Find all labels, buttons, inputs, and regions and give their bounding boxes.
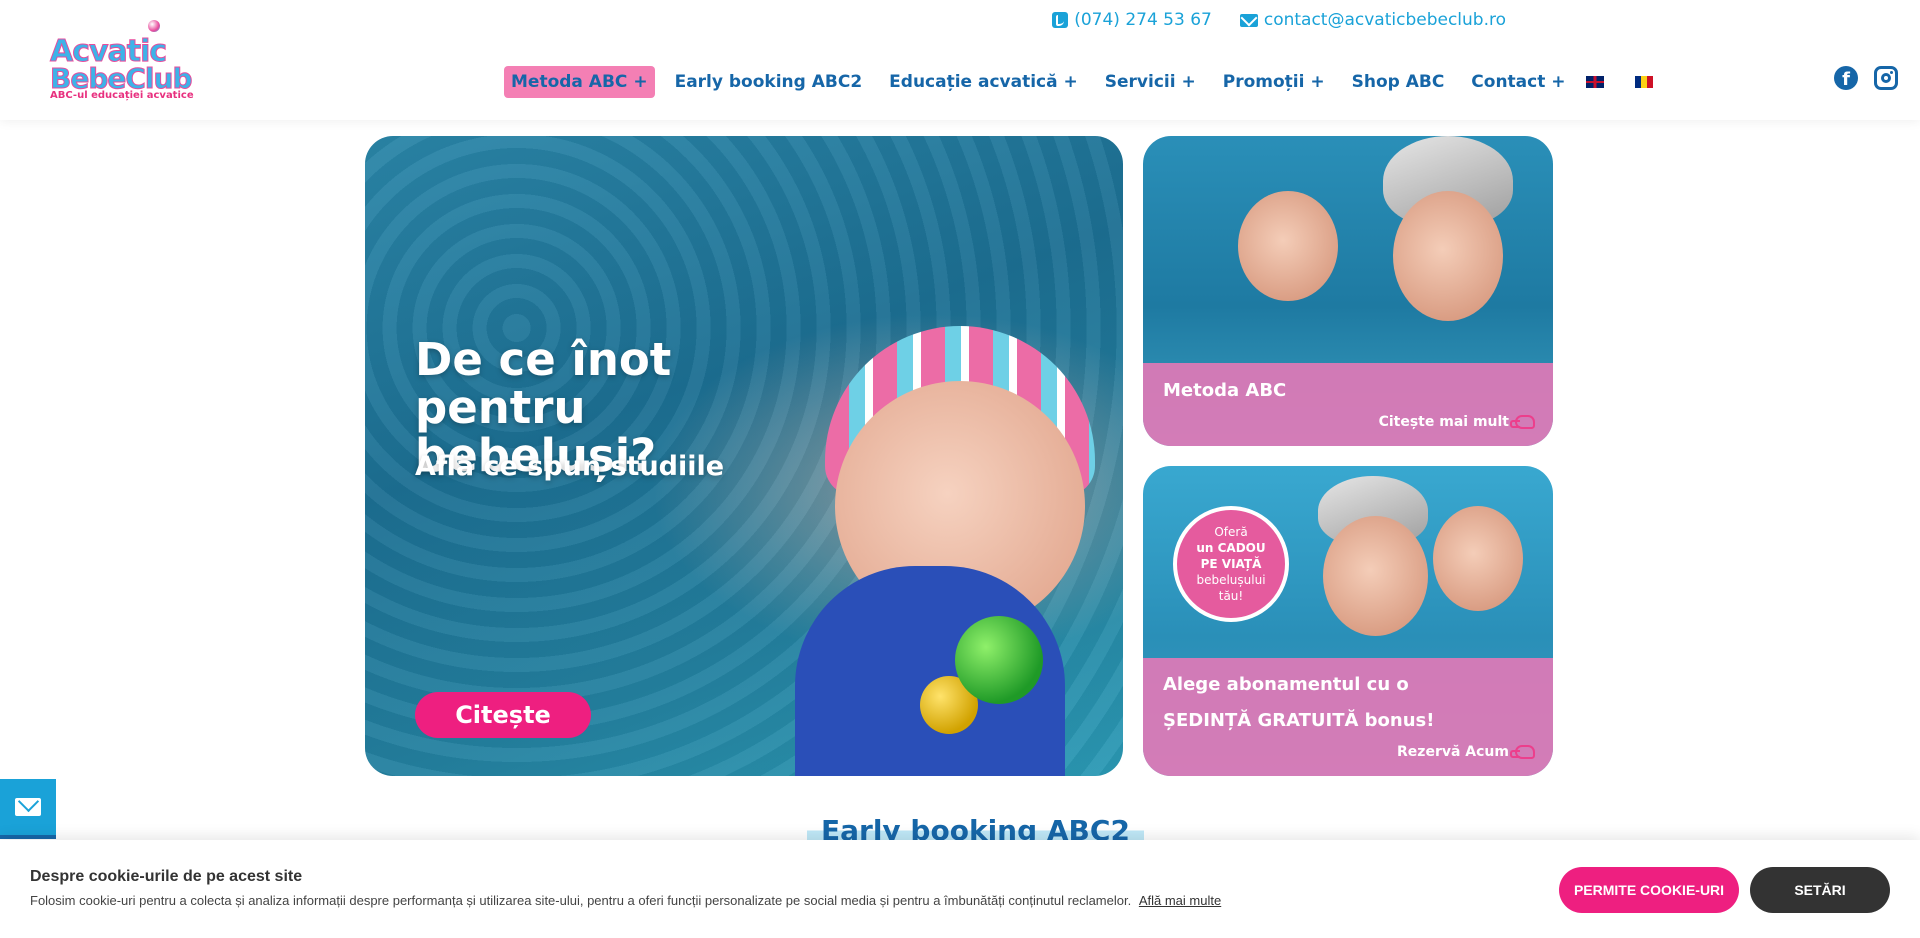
hero-read-button[interactable]: Citește [415,692,591,738]
card-metoda-abc[interactable]: Metoda ABC Citește mai mult [1143,136,1553,446]
hero-subtitle: Află ce spun studiile [415,451,725,482]
nav-educatie-acvatica[interactable]: Educație acvatică + [882,66,1085,98]
site-logo[interactable]: Acvatic BebeClub ABC-ul educației acvati… [48,20,194,102]
badge-line2: un CADOU [1196,541,1266,555]
nav-promotii[interactable]: Promoții + [1216,66,1332,98]
allow-cookies-button[interactable]: PERMITE COOKIE-URI [1559,867,1739,913]
card2-book-now-label: Rezervă Acum [1397,744,1509,760]
main-nav: Metoda ABC + Early booking ABC2 Educație… [504,66,1653,98]
flag-uk-icon[interactable] [1585,76,1604,88]
phone-text: (074) 274 53 67 [1074,10,1212,30]
badge-line1: Oferă [1214,525,1248,539]
card1-read-more-label: Citește mai mult [1378,414,1509,430]
social-links: f [1834,66,1898,90]
facebook-icon[interactable]: f [1834,66,1858,90]
nav-servicii[interactable]: Servicii + [1098,66,1203,98]
logo-ball-icon [148,20,160,32]
flag-ro-icon[interactable] [1634,76,1653,88]
card-abonament[interactable]: Oferă un CADOU PE VIAȚĂ bebelușului tău!… [1143,466,1553,776]
nav-contact[interactable]: Contact + [1464,66,1572,98]
email-link[interactable]: contact@acvaticbebeclub.ro [1239,10,1506,30]
card2-title-line2: ȘEDINȚĂ GRATUITĂ bonus! [1163,710,1435,731]
card1-instructor [1393,191,1503,321]
cookie-text-block: Folosim cookie-uri pentru a colecta și a… [30,893,1221,908]
cookie-learn-more-link[interactable]: Află mai multe [1139,893,1221,908]
phone-icon [1052,12,1069,28]
card2-instructor [1323,516,1428,636]
card2-title-line1: Alege abonamentul cu o [1163,674,1409,695]
side-contact-button[interactable] [0,779,56,839]
hero-green-ball [955,616,1043,704]
site-header: Acvatic BebeClub ABC-ul educației acvati… [0,0,1920,120]
top-contact: (074) 274 53 67 contact@acvaticbebeclub.… [1052,10,1506,30]
cookie-title: Despre cookie-urile de pe acest site [30,868,303,885]
card1-title: Metoda ABC [1163,380,1287,401]
card1-baby [1238,191,1338,301]
card2-baby [1433,506,1523,611]
cookie-text: Folosim cookie-uri pentru a colecta și a… [30,893,1132,908]
pointing-hand-icon [1510,745,1535,759]
nav-metoda-abc[interactable]: Metoda ABC + [504,66,655,98]
badge-line5: tău! [1218,589,1244,603]
envelope-icon [1239,13,1258,27]
envelope-icon [15,798,41,816]
cookie-banner: Despre cookie-urile de pe acest site Fol… [0,840,1920,938]
pointing-hand-icon [1510,415,1535,429]
gift-badge[interactable]: Oferă un CADOU PE VIAȚĂ bebelușului tău! [1173,506,1289,622]
email-text: contact@acvaticbebeclub.ro [1263,10,1506,30]
badge-line3: PE VIAȚĂ [1200,557,1262,571]
instagram-icon[interactable] [1874,66,1898,90]
nav-shop-abc[interactable]: Shop ABC [1345,66,1452,98]
badge-line4: bebelușului [1196,573,1266,587]
card1-read-more[interactable]: Citește mai mult [1379,414,1535,430]
logo-tagline: ABC-ul educației acvatice [50,90,194,101]
nav-early-booking[interactable]: Early booking ABC2 [668,66,870,98]
card1-overlay [1143,363,1553,446]
phone-link[interactable]: (074) 274 53 67 [1052,10,1212,30]
hero-banner[interactable]: De ce înot pentru bebeluși? Află ce spun… [365,136,1123,776]
cookie-settings-button[interactable]: SETĂRI [1750,867,1890,913]
card2-book-now[interactable]: Rezervă Acum [1397,744,1535,760]
